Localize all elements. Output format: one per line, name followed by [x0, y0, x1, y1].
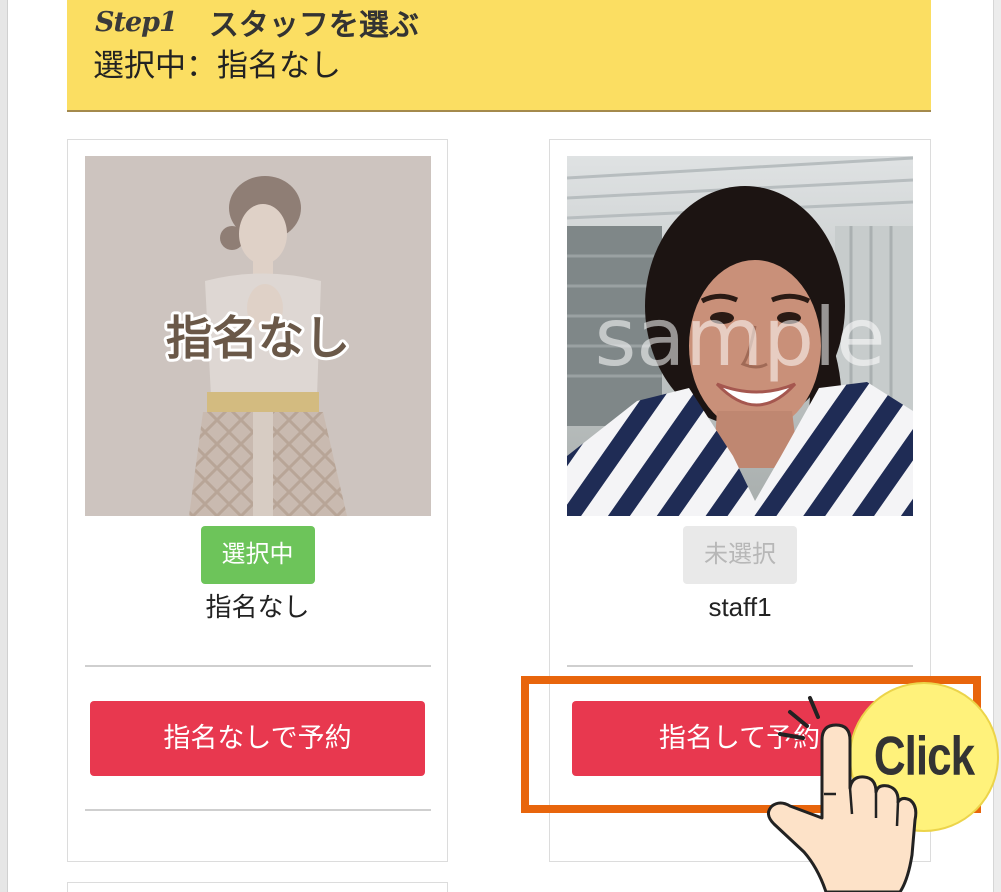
staff-card-next	[67, 882, 448, 892]
pointing-hand-icon	[767, 696, 918, 892]
no-nomination-illustration: 指名なし	[85, 156, 431, 516]
step-title: スタッフを選ぶ	[208, 9, 419, 42]
reserve-without-nomination-button[interactable]: 指名なしで予約	[90, 701, 425, 776]
staff1-photo: sample	[567, 156, 913, 516]
step-label: Step1	[95, 6, 178, 38]
staff-name: staff1	[708, 592, 772, 622]
divider	[85, 809, 431, 811]
image-label: 指名なし	[166, 311, 350, 365]
staff-card-no-nomination: 指名なし 選択中 指名なし 指名なしで予約	[67, 139, 448, 862]
staff-image-no-nomination: 指名なし	[85, 156, 431, 516]
current-selection: 選択中：指名なし	[93, 48, 341, 83]
burst-lines	[778, 696, 820, 740]
staff-name: 指名なし	[205, 592, 310, 622]
window-edge-left	[0, 0, 8, 892]
sample-watermark: sample	[595, 291, 886, 384]
hand-shape	[767, 723, 918, 892]
staff-photo-staff1: sample	[567, 156, 913, 516]
divider	[85, 665, 431, 667]
status-badge-unselected: 未選択	[683, 526, 797, 584]
step-header: Step1 スタッフを選ぶ 選択中：指名なし	[67, 0, 931, 112]
step-heading: Step1 スタッフを選ぶ	[95, 2, 419, 43]
status-badge-selected: 選択中	[200, 526, 315, 584]
divider	[567, 665, 913, 667]
